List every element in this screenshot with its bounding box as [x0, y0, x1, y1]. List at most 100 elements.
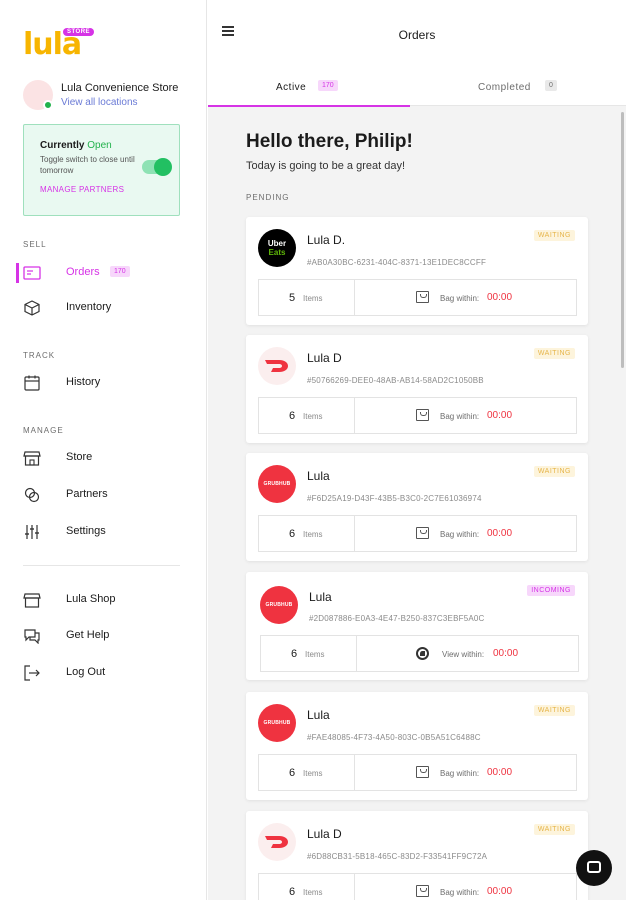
sidebar-item-inventory[interactable]: Inventory: [0, 296, 206, 320]
tab-label: Completed: [478, 82, 531, 93]
customer-name: Lula D.: [307, 233, 346, 247]
bag-icon: [416, 766, 429, 778]
items-label: Items: [303, 294, 323, 303]
online-indicator: [43, 100, 53, 110]
logo-badge: STORE: [63, 28, 95, 36]
items-label: Items: [303, 412, 323, 421]
sidebar-item-log-out[interactable]: Log Out: [0, 661, 206, 685]
tab-active[interactable]: Active 170: [208, 66, 412, 107]
meta-divider: [356, 636, 357, 671]
within-label: Bag within:: [440, 294, 480, 303]
sidebar-item-lula-shop[interactable]: Lula Shop: [0, 588, 206, 612]
status-badge: WAITING: [533, 348, 575, 359]
order-card[interactable]: Lula D #6D88CB31-5B18-465C-83D2-F33541FF…: [246, 811, 588, 900]
order-meta: 6 Items Bag within: 00:00: [258, 515, 577, 552]
items-count: 6: [289, 410, 296, 422]
box-icon: [24, 300, 40, 316]
countdown-timer: 00:00: [487, 410, 513, 421]
main-content: Orders Active 170 Completed 0 Hello ther…: [208, 0, 626, 900]
items-count: 6: [289, 528, 296, 540]
sidebar-item-label: Log Out: [66, 666, 106, 678]
sidebar-item-orders[interactable]: Orders 170: [0, 261, 206, 285]
meta-divider: [354, 874, 355, 900]
lula-logo[interactable]: lula STORE: [23, 28, 95, 64]
order-id: #FAE48085-4F73-4A50-803C-0B5A51C6488C: [307, 733, 481, 742]
uber-logo-line2: Eats: [268, 248, 286, 257]
manage-partners-link[interactable]: MANAGE PARTNERS: [40, 185, 124, 194]
timer-icon: [416, 647, 429, 660]
customer-name: Lula D: [307, 827, 342, 841]
order-card[interactable]: GRUBHUB Lula #FAE48085-4F73-4A50-803C-0B…: [246, 692, 588, 800]
grubhub-logo: GRUBHUB: [258, 465, 296, 503]
items-label: Items: [303, 530, 323, 539]
meta-divider: [354, 280, 355, 315]
items-label: Items: [305, 650, 325, 659]
status-badge: WAITING: [533, 705, 575, 716]
chat-icon: [587, 861, 601, 873]
calendar-icon: [24, 375, 40, 391]
top-header: Orders: [208, 0, 626, 66]
bag-icon: [416, 409, 429, 421]
section-label-manage: MANAGE: [23, 426, 64, 435]
bag-icon: [416, 527, 429, 539]
page-title: Orders: [398, 28, 436, 42]
status-badge: WAITING: [533, 230, 575, 241]
tab-count-badge: 0: [545, 80, 557, 91]
countdown-timer: 00:00: [493, 648, 519, 659]
view-all-locations-link[interactable]: View all locations: [61, 97, 138, 108]
countdown-timer: 00:00: [487, 528, 513, 539]
open-toggle[interactable]: [142, 158, 172, 176]
sidebar-item-label: Inventory: [66, 301, 112, 313]
order-meta: 5 Items Bag within: 00:00: [258, 279, 577, 316]
order-meta: 6 Items Bag within: 00:00: [258, 873, 577, 900]
doordash-logo: [258, 823, 296, 861]
order-tabs: Active 170 Completed 0: [208, 66, 626, 107]
tab-underline: [208, 105, 410, 107]
store-status-card: Currently Open Toggle switch to close un…: [23, 124, 180, 216]
order-card[interactable]: Uber Eats Lula D. #AB0A30BC-6231-404C-837…: [246, 217, 588, 325]
shop-icon: [23, 593, 41, 608]
items-count: 6: [289, 886, 296, 898]
customer-name: Lula: [307, 469, 330, 483]
grubhub-logo: GRUBHUB: [258, 704, 296, 742]
status-subtitle: Toggle switch to close until tomorrow: [40, 155, 135, 175]
help-chat-icon: [24, 629, 40, 644]
countdown-timer: 00:00: [487, 767, 513, 778]
sidebar-item-partners[interactable]: Partners: [0, 483, 206, 507]
status-state: Open: [87, 140, 112, 151]
uber-eats-logo: Uber Eats: [258, 229, 296, 267]
within-label: Bag within:: [440, 888, 480, 897]
sidebar-item-get-help[interactable]: Get Help: [0, 624, 206, 648]
store-switcher[interactable]: Lula Convenience Store View all location…: [23, 80, 203, 112]
doordash-icon: [265, 360, 288, 372]
tab-completed[interactable]: Completed 0: [412, 66, 616, 106]
within-label: Bag within:: [440, 530, 480, 539]
order-card[interactable]: GRUBHUB Lula #F6D25A19-D43F-43B5-B3C0-2C…: [246, 453, 588, 561]
toggle-knob: [154, 158, 172, 176]
chat-support-button[interactable]: [576, 850, 612, 886]
sidebar-item-label: Get Help: [66, 629, 110, 641]
sidebar-item-label: History: [66, 376, 101, 388]
order-card[interactable]: GRUBHUB Lula #2D087886-E0A3-4E47-B250-83…: [246, 572, 588, 680]
order-id: #2D087886-E0A3-4E47-B250-837C3EBF5A0C: [309, 614, 485, 623]
order-meta: 6 Items View within: 00:00: [260, 635, 579, 672]
store-icon: [23, 451, 41, 466]
customer-name: Lula: [309, 590, 332, 604]
countdown-timer: 00:00: [487, 886, 513, 897]
order-card[interactable]: Lula D #50766269-DEE0-48AB-AB14-58AD2C10…: [246, 335, 588, 443]
sidebar-item-label: Lula Shop: [66, 593, 116, 605]
meta-divider: [354, 755, 355, 790]
order-id: #F6D25A19-D43F-43B5-B3C0-2C7E61036974: [307, 494, 482, 503]
grubhub-logo-text: GRUBHUB: [265, 602, 293, 608]
sidebar-item-settings[interactable]: Settings: [0, 520, 206, 544]
within-label: Bag within:: [440, 769, 480, 778]
order-id: #50766269-DEE0-48AB-AB14-58AD2C1050BB: [307, 376, 484, 385]
sidebar-item-history[interactable]: History: [0, 371, 206, 395]
order-meta: 6 Items Bag within: 00:00: [258, 397, 577, 434]
doordash-icon: [265, 836, 288, 848]
sidebar-item-store[interactable]: Store: [0, 446, 206, 470]
uber-logo-line1: Uber: [267, 239, 287, 248]
greeting-heading: Hello there, Philip!: [246, 131, 413, 152]
items-label: Items: [303, 769, 323, 778]
scrollbar[interactable]: [621, 112, 624, 368]
